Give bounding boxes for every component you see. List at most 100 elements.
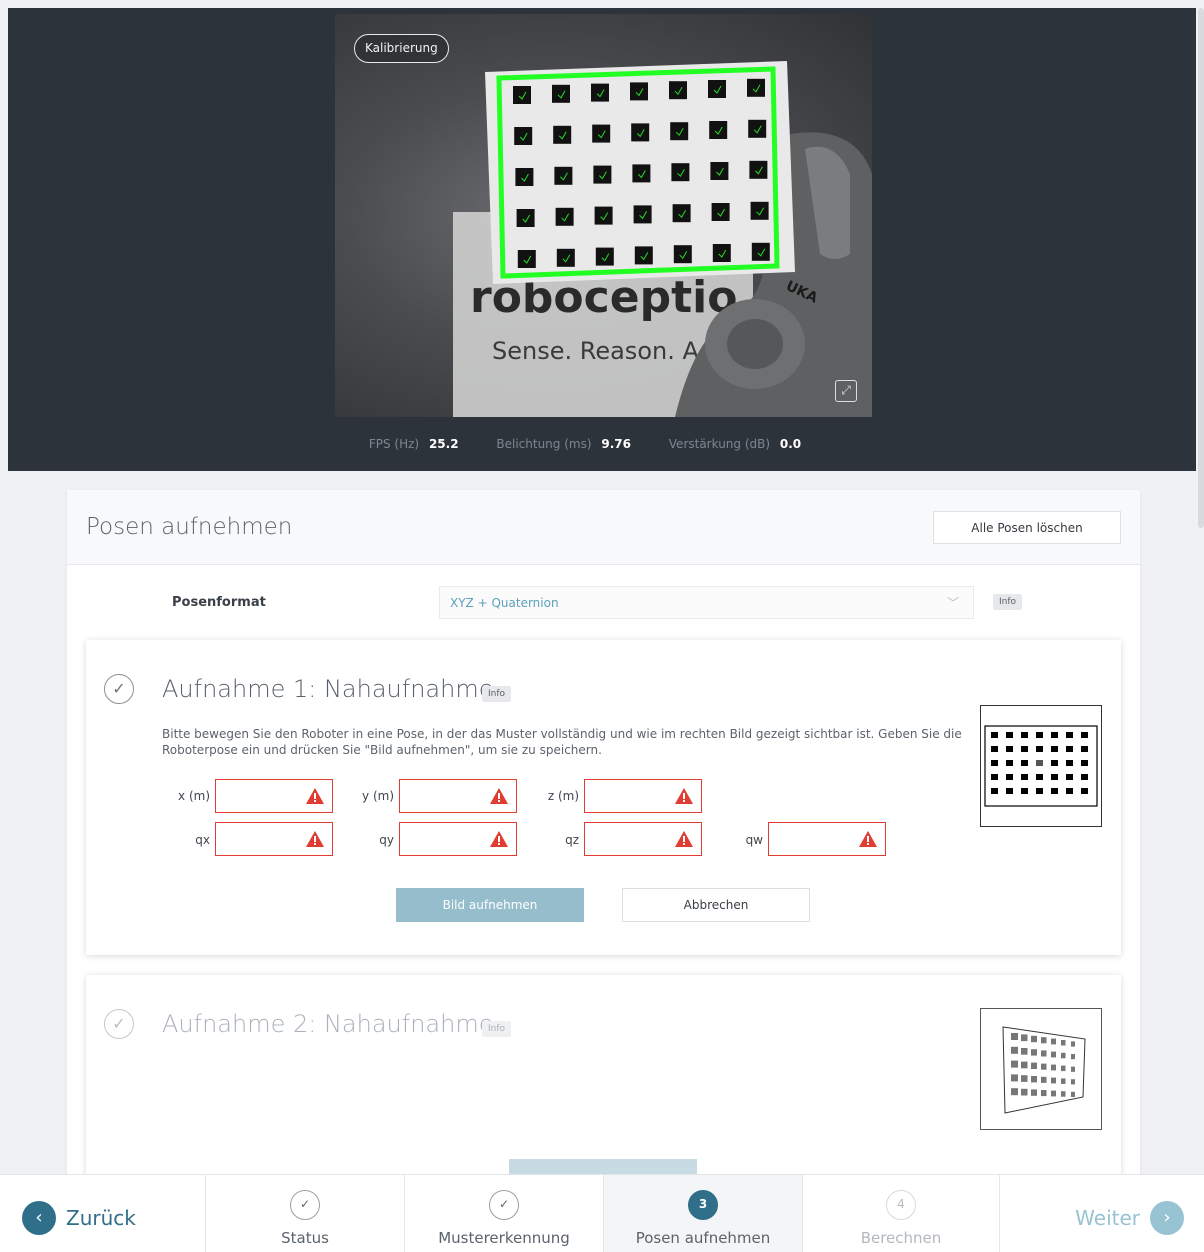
pose-format-row: Posenformat XYZ + Quaternion ﹀ Info (67, 586, 1140, 620)
pattern-square (1031, 1035, 1037, 1043)
pattern-square (747, 78, 765, 97)
pattern-square (1031, 1062, 1037, 1069)
y-label: y (m) (362, 789, 394, 803)
pattern-square (1081, 774, 1088, 780)
pattern-square (592, 124, 611, 143)
qy-label: qy (379, 833, 394, 847)
pattern-square (1036, 732, 1043, 738)
pattern-square (1051, 1051, 1056, 1058)
pattern-square (1066, 774, 1073, 780)
pattern-square (991, 746, 998, 752)
camera-view: roboceptio Sense. Reason. A UKA Kalibrie… (8, 8, 1196, 471)
pose-format-select[interactable]: XYZ + Quaternion ﹀ (439, 586, 974, 619)
back-button[interactable]: ‹ Zurück (22, 1201, 136, 1235)
pattern-square (1071, 1054, 1075, 1060)
pattern-square (1051, 788, 1058, 794)
pattern-square (1061, 1040, 1066, 1046)
capture-1-description: Bitte bewegen Sie den Roboter in eine Po… (162, 727, 962, 757)
pattern-square (1061, 1091, 1066, 1097)
qw-input[interactable] (768, 822, 886, 856)
pattern-square (513, 86, 531, 104)
capture-image-button[interactable]: Bild aufnehmen (396, 888, 584, 922)
pattern-square (1051, 1090, 1056, 1097)
pattern-square (1041, 1090, 1047, 1097)
gain-label: Verstärkung (dB) (668, 437, 771, 451)
chevron-right-icon: › (1150, 1201, 1184, 1235)
pattern-square (1036, 774, 1043, 780)
x-input[interactable] (215, 779, 333, 813)
pattern-square (553, 125, 572, 144)
scrollbar[interactable] (1198, 8, 1204, 528)
qy-input[interactable] (399, 822, 517, 856)
pattern-square (1081, 732, 1088, 738)
pattern-square (749, 160, 768, 179)
chevron-down-icon: ﹀ (946, 596, 959, 610)
pattern-square (1051, 760, 1058, 766)
pattern-square (673, 245, 692, 264)
capture-1-title: Aufnahme 1: Nahaufnahme (162, 675, 494, 703)
pattern-square (1021, 1034, 1028, 1042)
pattern-square (591, 83, 609, 102)
qx-input[interactable] (215, 822, 333, 856)
capture-2-info-button[interactable]: Info (482, 1021, 512, 1037)
pattern-square (1031, 1076, 1037, 1083)
cancel-button[interactable]: Abbrechen (622, 888, 810, 922)
warning-icon (859, 831, 877, 847)
pattern-square (1041, 1050, 1047, 1057)
check-icon: ✓ (104, 1009, 134, 1039)
step-divider (999, 1175, 1000, 1252)
pose-format-info-button[interactable]: Info (993, 594, 1023, 610)
pattern-square (670, 122, 689, 141)
pattern-square (1066, 746, 1073, 752)
pattern-square (712, 244, 731, 262)
pattern-square (1006, 732, 1013, 738)
pattern-square (1031, 1089, 1037, 1096)
pattern-square (632, 164, 651, 183)
pattern-square (1051, 732, 1058, 738)
step-record-poses[interactable]: 3 Posen aufnehmen (603, 1175, 802, 1252)
pattern-square (517, 250, 536, 268)
pattern-square (554, 166, 573, 185)
step-number: 4 (886, 1190, 916, 1220)
pattern-square (1051, 746, 1058, 752)
qz-input[interactable] (584, 822, 702, 856)
exposure-label: Belichtung (ms) (496, 437, 592, 451)
calibration-badge: Kalibrierung (354, 34, 449, 63)
pattern-square (1066, 760, 1073, 766)
pattern-square (1071, 1066, 1075, 1072)
step-pattern-detection[interactable]: ✓ Mustererkennung (404, 1175, 603, 1252)
pattern-thumbnail (984, 725, 1098, 807)
pattern-square (1041, 1063, 1047, 1070)
z-input[interactable] (584, 779, 702, 813)
pattern-square (1036, 746, 1043, 752)
pattern-square (595, 247, 614, 266)
pattern-square (1066, 788, 1073, 794)
pattern-square (709, 121, 728, 139)
warning-icon (490, 831, 508, 847)
qz-label: qz (565, 833, 579, 847)
camera-image: roboceptio Sense. Reason. A UKA Kalibrie… (335, 14, 872, 417)
pattern-square (1021, 760, 1028, 766)
pattern-square (1041, 1076, 1047, 1083)
pattern-square (748, 119, 767, 138)
pattern-square (1006, 760, 1013, 766)
pattern-square (1021, 732, 1028, 738)
pattern-square (516, 209, 535, 227)
qw-label: qw (745, 833, 763, 847)
step-status[interactable]: ✓ Status (205, 1175, 404, 1252)
y-input[interactable] (399, 779, 517, 813)
warning-icon (306, 788, 324, 804)
pattern-square (594, 206, 613, 225)
fps-value: 25.2 (428, 437, 459, 451)
clear-all-poses-button[interactable]: Alle Posen löschen (933, 511, 1121, 544)
calibration-scene: roboceptio Sense. Reason. A UKA (453, 61, 872, 417)
pattern-square (555, 207, 574, 226)
step-number: 3 (688, 1190, 718, 1220)
pattern-square (991, 760, 998, 766)
next-button[interactable]: Weiter › (1075, 1201, 1184, 1235)
pattern-square (1011, 1033, 1018, 1040)
pattern-square (1061, 1052, 1066, 1059)
pattern-square (593, 165, 612, 184)
capture-1-info-button[interactable]: Info (482, 686, 512, 702)
fullscreen-icon[interactable]: ⤢ (835, 380, 857, 402)
